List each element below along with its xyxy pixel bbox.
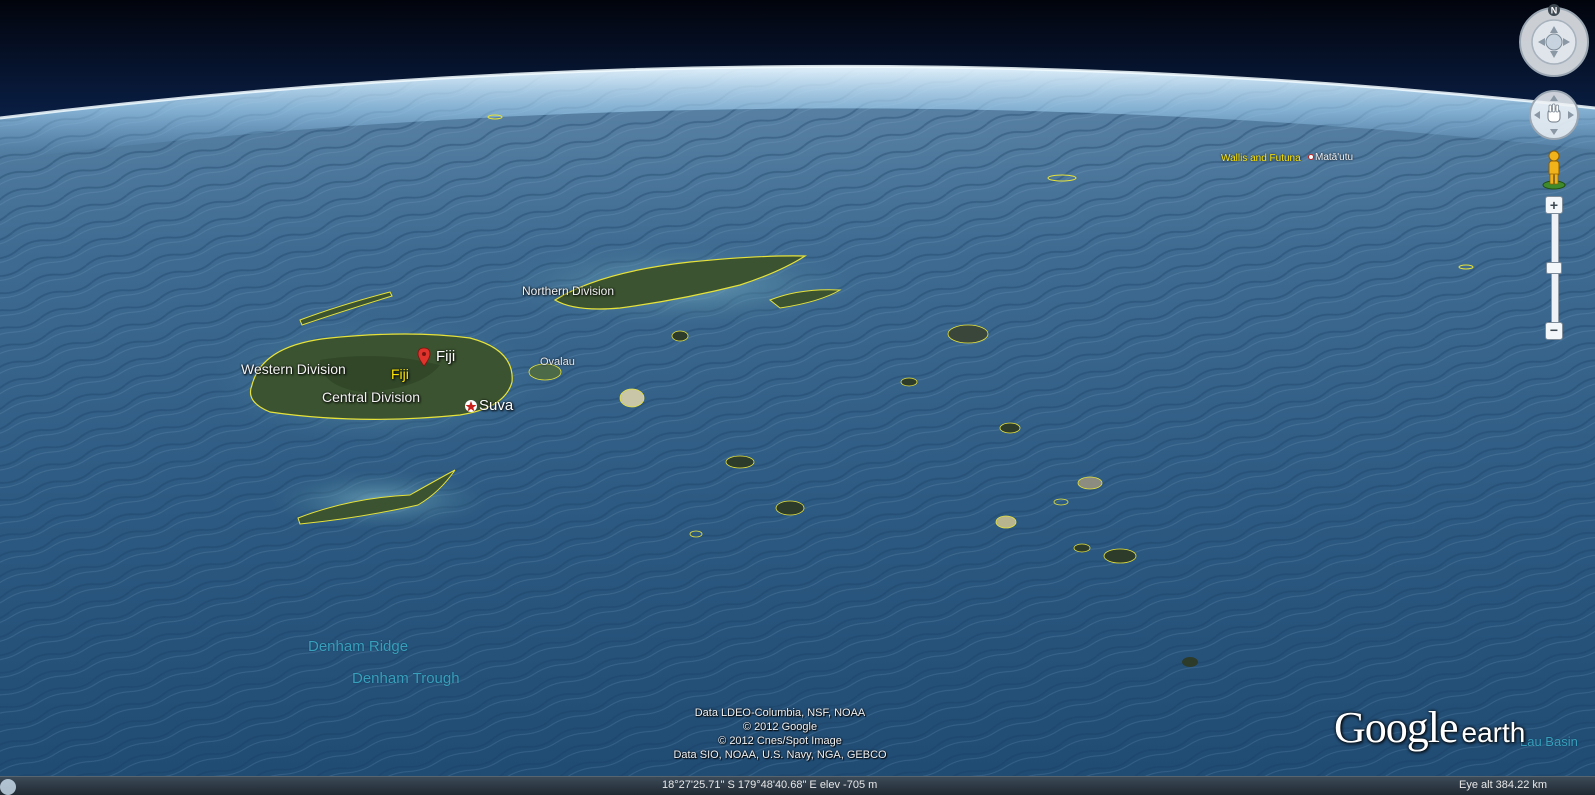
central-division-label[interactable]: Central Division <box>322 389 420 405</box>
lau-basin-label[interactable]: Lau Basin <box>1520 734 1578 749</box>
attribution-line-1: Data LDEO-Columbia, NSF, NOAA <box>694 707 866 719</box>
lau-island-e <box>1077 476 1103 490</box>
ovalau-label[interactable]: Ovalau <box>540 356 575 368</box>
move-control[interactable] <box>1528 89 1580 141</box>
attribution-line-4: Data SIO, NOAA, U.S. Navy, NGA, GEBCO <box>673 749 887 761</box>
hand-icon <box>1547 103 1561 123</box>
lau-island-f <box>995 515 1017 529</box>
suva-label[interactable]: Suva <box>479 397 513 414</box>
lau-island-b <box>775 500 805 516</box>
lau-island-g <box>1103 548 1137 564</box>
look-compass-control[interactable]: N <box>1516 4 1592 80</box>
wallis-futuna-label[interactable]: Wallis and Futuna <box>1221 153 1301 164</box>
logo-google-text: Google <box>1334 703 1459 752</box>
compass-north-letter: N <box>1551 6 1558 16</box>
northern-division-label[interactable]: Northern Division <box>522 284 614 298</box>
imagery-attribution: Data LDEO-Columbia, NSF, NOAA © 2012 Goo… <box>640 706 920 762</box>
lau-island-m <box>1182 657 1198 667</box>
zoom-in-button[interactable]: + <box>1545 196 1563 214</box>
lau-island-c <box>947 324 989 344</box>
logo-earth-text: earth <box>1461 717 1526 748</box>
ocean-texture <box>0 66 1595 795</box>
lau-island-h <box>1073 543 1091 553</box>
lau-island-a <box>725 455 755 469</box>
lau-island-i <box>900 377 918 387</box>
status-bar: 18°27'25.71" S 179°48'40.68" E elev -705… <box>0 776 1595 795</box>
mata-utu-marker-icon <box>1308 154 1314 160</box>
earth-viewport[interactable]: Western Division Central Division Northe… <box>0 0 1595 795</box>
fiji-country-label[interactable]: Fiji <box>391 366 409 382</box>
western-division-label[interactable]: Western Division <box>241 361 346 377</box>
attribution-line-3: © 2012 Cnes/Spot Image <box>718 735 842 747</box>
attribution-line-2: © 2012 Google <box>742 721 818 733</box>
denham-trough-label[interactable]: Denham Trough <box>352 670 460 687</box>
streaming-indicator-icon <box>0 779 16 795</box>
mata-utu-label[interactable]: Matā'utu <box>1315 152 1353 163</box>
koro-island <box>619 388 645 408</box>
eye-altitude: Eye alt 384.22 km <box>1459 779 1548 791</box>
google-earth-logo: Google earth <box>1334 702 1525 753</box>
lau-island-j <box>671 330 689 342</box>
street-view-pegman-icon[interactable] <box>1540 150 1568 190</box>
zoom-slider[interactable]: + − <box>1545 196 1563 340</box>
capital-star-icon <box>465 400 477 412</box>
lau-island-d <box>999 422 1021 434</box>
zoom-out-button[interactable]: − <box>1545 322 1563 340</box>
fiji-placemark-label[interactable]: Fiji <box>436 348 455 365</box>
denham-ridge-label[interactable]: Denham Ridge <box>308 638 408 655</box>
zoom-slider-thumb[interactable] <box>1546 262 1562 274</box>
cursor-coordinates: 18°27'25.71" S 179°48'40.68" E elev -705… <box>662 779 878 791</box>
globe-imagery[interactable] <box>0 0 1595 795</box>
